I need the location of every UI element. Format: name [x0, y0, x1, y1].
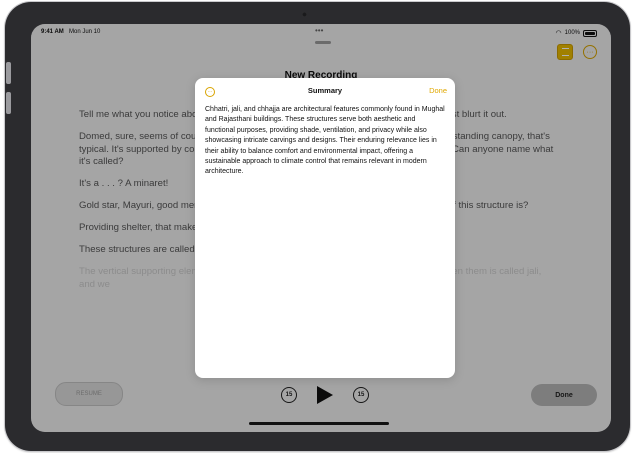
front-camera — [302, 12, 307, 17]
volume-button — [6, 92, 11, 114]
ipad-device: 9:41 AM Mon Jun 10 ••• ◠ 100% ··· New Re… — [5, 2, 630, 451]
summary-done-button[interactable]: Done — [429, 86, 447, 95]
home-indicator[interactable] — [249, 422, 389, 425]
summary-title: Summary — [307, 86, 343, 95]
summary-header: ··· Summary Done — [195, 78, 455, 104]
volume-button — [6, 62, 11, 84]
screen: 9:41 AM Mon Jun 10 ••• ◠ 100% ··· New Re… — [31, 24, 611, 432]
summary-text: Chhatri, jali, and chhajja are architect… — [205, 106, 445, 176]
summary-sheet: ··· Summary Done Chhatri, jali, and chha… — [195, 78, 455, 378]
